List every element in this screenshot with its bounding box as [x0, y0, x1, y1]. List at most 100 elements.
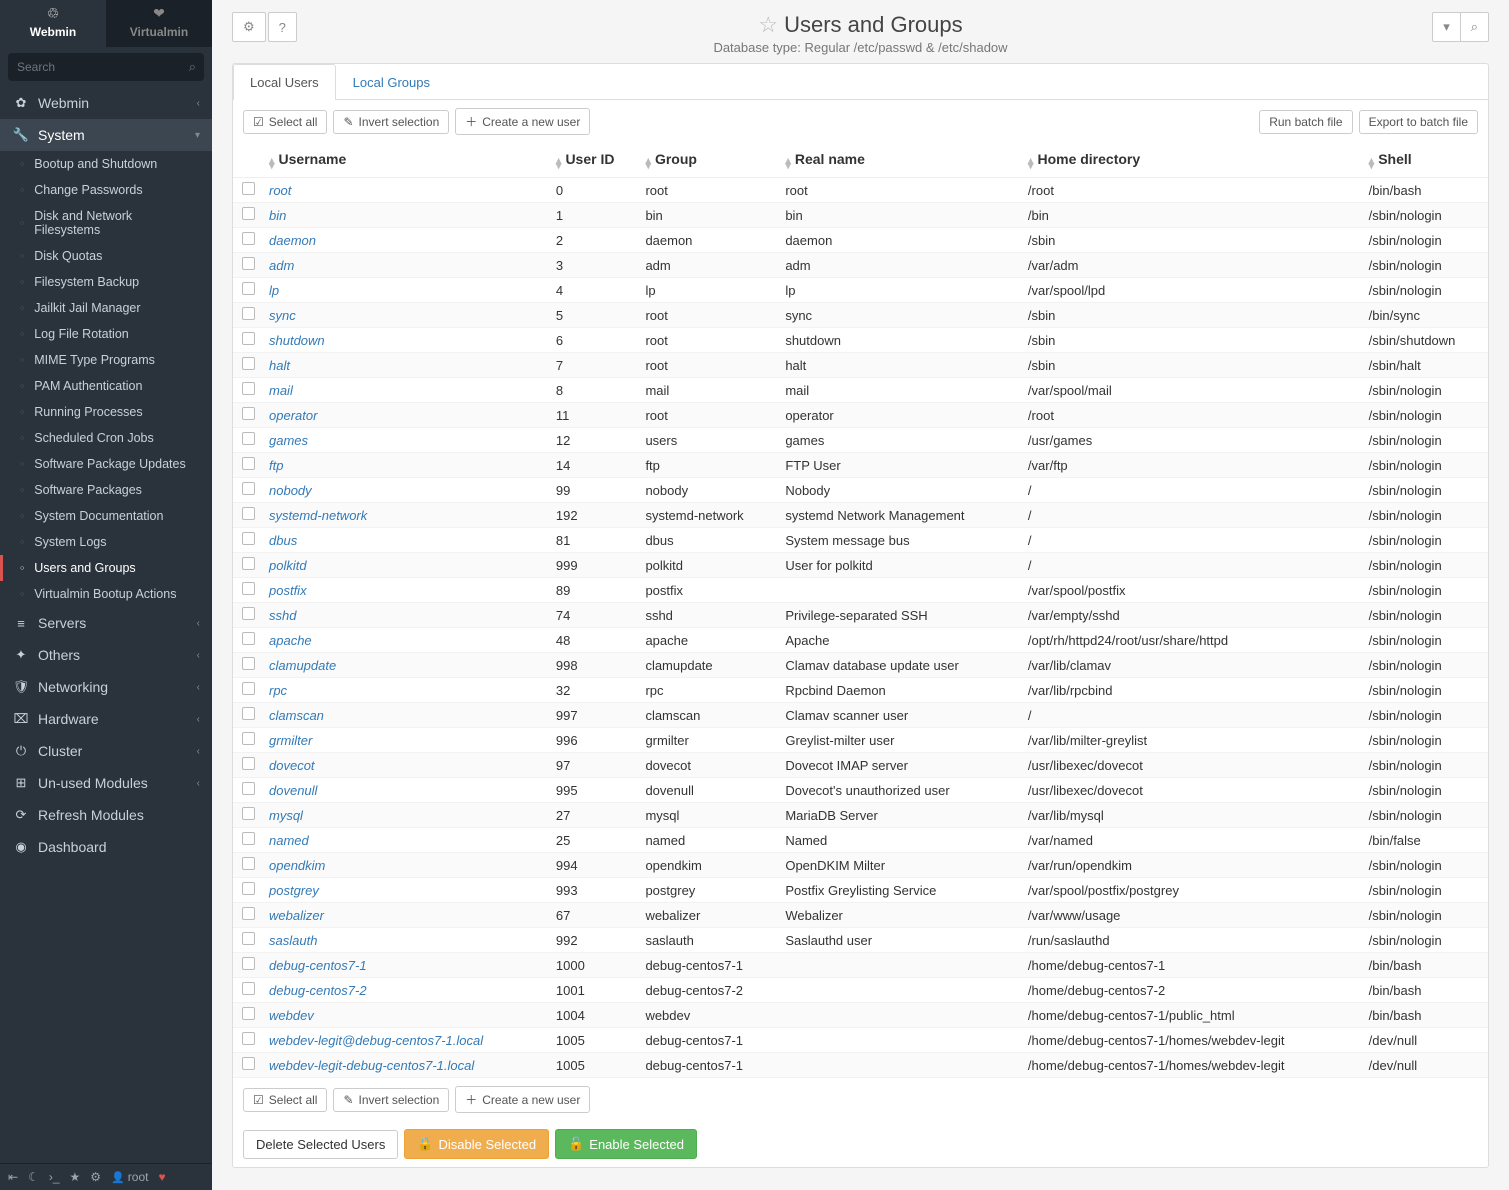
column-header-real-name[interactable]: ▴▾Real name [779, 143, 1022, 178]
nav-item-hardware[interactable]: ⌧Hardware‹ [0, 703, 212, 735]
row-checkbox[interactable] [242, 682, 255, 695]
disable-selected-button[interactable]: 🔒Disable Selected [404, 1129, 549, 1159]
row-checkbox[interactable] [242, 782, 255, 795]
config-button[interactable]: ⚙ [232, 12, 266, 42]
select-all-button[interactable]: ☑Select all [243, 110, 327, 134]
username-link[interactable]: games [269, 433, 308, 448]
row-checkbox[interactable] [242, 407, 255, 420]
row-checkbox[interactable] [242, 732, 255, 745]
user-badge[interactable]: 👤 root [111, 1170, 148, 1184]
row-checkbox[interactable] [242, 307, 255, 320]
heart-icon[interactable]: ♥ [158, 1170, 165, 1184]
nav-sub-item-scheduled-cron-jobs[interactable]: Scheduled Cron Jobs [0, 425, 212, 451]
favorites-icon[interactable]: ★ [70, 1170, 81, 1184]
column-header-home-directory[interactable]: ▴▾Home directory [1022, 143, 1363, 178]
nav-item-webmin[interactable]: ✿Webmin‹ [0, 87, 212, 119]
row-checkbox[interactable] [242, 907, 255, 920]
username-link[interactable]: dbus [269, 533, 297, 548]
row-checkbox[interactable] [242, 832, 255, 845]
nav-sub-item-users-and-groups[interactable]: Users and Groups [0, 555, 212, 581]
nav-item-others[interactable]: ✦Others‹ [0, 639, 212, 671]
row-checkbox[interactable] [242, 957, 255, 970]
tab-virtualmin[interactable]: ❤ Virtualmin [106, 0, 212, 47]
nav-item-dashboard[interactable]: ◉Dashboard [0, 831, 212, 863]
row-checkbox[interactable] [242, 257, 255, 270]
run-batch-button[interactable]: Run batch file [1259, 110, 1352, 134]
username-link[interactable]: named [269, 833, 309, 848]
row-checkbox[interactable] [242, 232, 255, 245]
terminal-icon[interactable]: ›_ [49, 1170, 60, 1184]
username-link[interactable]: clamscan [269, 708, 324, 723]
username-link[interactable]: polkitd [269, 558, 307, 573]
nav-sub-item-log-file-rotation[interactable]: Log File Rotation [0, 321, 212, 347]
select-all-button-bottom[interactable]: ☑Select all [243, 1088, 327, 1112]
username-link[interactable]: saslauth [269, 933, 317, 948]
row-checkbox[interactable] [242, 507, 255, 520]
nav-item-servers[interactable]: ≡Servers‹ [0, 607, 212, 639]
username-link[interactable]: debug-centos7-1 [269, 958, 367, 973]
nav-sub-item-system-logs[interactable]: System Logs [0, 529, 212, 555]
nav-sub-item-virtualmin-bootup-actions[interactable]: Virtualmin Bootup Actions [0, 581, 212, 607]
row-checkbox[interactable] [242, 632, 255, 645]
nav-sub-item-bootup-and-shutdown[interactable]: Bootup and Shutdown [0, 151, 212, 177]
nav-sub-item-disk-quotas[interactable]: Disk Quotas [0, 243, 212, 269]
column-header-username[interactable]: ▴▾Username [263, 143, 550, 178]
invert-selection-button[interactable]: ✎Invert selection [333, 110, 449, 134]
column-header-group[interactable]: ▴▾Group [639, 143, 779, 178]
nav-item-refresh-modules[interactable]: ⟳Refresh Modules [0, 799, 212, 831]
username-link[interactable]: nobody [269, 483, 312, 498]
username-link[interactable]: webdev [269, 1008, 314, 1023]
row-checkbox[interactable] [242, 982, 255, 995]
nav-sub-item-disk-and-network-filesystems[interactable]: Disk and Network Filesystems [0, 203, 212, 243]
row-checkbox[interactable] [242, 357, 255, 370]
enable-selected-button[interactable]: 🔓Enable Selected [555, 1129, 697, 1159]
tab-local-users[interactable]: Local Users [233, 64, 336, 100]
row-checkbox[interactable] [242, 657, 255, 670]
nav-item-system[interactable]: 🔧System▾ [0, 119, 212, 151]
username-link[interactable]: grmilter [269, 733, 312, 748]
row-checkbox[interactable] [242, 382, 255, 395]
filter-button[interactable]: ▾ [1432, 12, 1460, 42]
nav-sub-item-pam-authentication[interactable]: PAM Authentication [0, 373, 212, 399]
username-link[interactable]: lp [269, 283, 279, 298]
row-checkbox[interactable] [242, 532, 255, 545]
row-checkbox[interactable] [242, 607, 255, 620]
collapse-icon[interactable]: ⇤ [8, 1170, 18, 1184]
username-link[interactable]: operator [269, 408, 317, 423]
username-link[interactable]: dovecot [269, 758, 315, 773]
invert-selection-button-bottom[interactable]: ✎Invert selection [333, 1088, 449, 1112]
username-link[interactable]: ftp [269, 458, 283, 473]
help-button[interactable]: ? [268, 12, 297, 42]
create-user-button-bottom[interactable]: ＋Create a new user [455, 1086, 590, 1113]
row-checkbox[interactable] [242, 557, 255, 570]
nav-sub-item-software-package-updates[interactable]: Software Package Updates [0, 451, 212, 477]
row-checkbox[interactable] [242, 182, 255, 195]
username-link[interactable]: root [269, 183, 291, 198]
tab-local-groups[interactable]: Local Groups [336, 64, 447, 100]
delete-selected-button[interactable]: Delete Selected Users [243, 1130, 398, 1159]
nav-item-cluster[interactable]: ⏻Cluster‹ [0, 735, 212, 767]
sidebar-search-input[interactable] [8, 53, 204, 81]
username-link[interactable]: rpc [269, 683, 287, 698]
username-link[interactable]: sync [269, 308, 296, 323]
row-checkbox[interactable] [242, 757, 255, 770]
username-link[interactable]: dovenull [269, 783, 317, 798]
night-mode-icon[interactable]: ☾ [28, 1170, 39, 1184]
username-link[interactable]: apache [269, 633, 312, 648]
row-checkbox[interactable] [242, 1032, 255, 1045]
nav-item-un-used-modules[interactable]: ⊞Un-used Modules‹ [0, 767, 212, 799]
nav-sub-item-filesystem-backup[interactable]: Filesystem Backup [0, 269, 212, 295]
search-icon[interactable]: ⌕ [189, 59, 196, 75]
nav-item-networking[interactable]: 🛡Networking‹ [0, 671, 212, 703]
nav-sub-item-software-packages[interactable]: Software Packages [0, 477, 212, 503]
username-link[interactable]: postfix [269, 583, 307, 598]
username-link[interactable]: daemon [269, 233, 316, 248]
username-link[interactable]: bin [269, 208, 286, 223]
column-header-shell[interactable]: ▴▾Shell [1363, 143, 1488, 178]
settings-icon[interactable]: ⚙ [90, 1170, 101, 1184]
row-checkbox[interactable] [242, 932, 255, 945]
username-link[interactable]: webdev-legit@debug-centos7-1.local [269, 1033, 483, 1048]
username-link[interactable]: webalizer [269, 908, 324, 923]
column-header-user-id[interactable]: ▴▾User ID [550, 143, 640, 178]
create-user-button[interactable]: ＋Create a new user [455, 108, 590, 135]
